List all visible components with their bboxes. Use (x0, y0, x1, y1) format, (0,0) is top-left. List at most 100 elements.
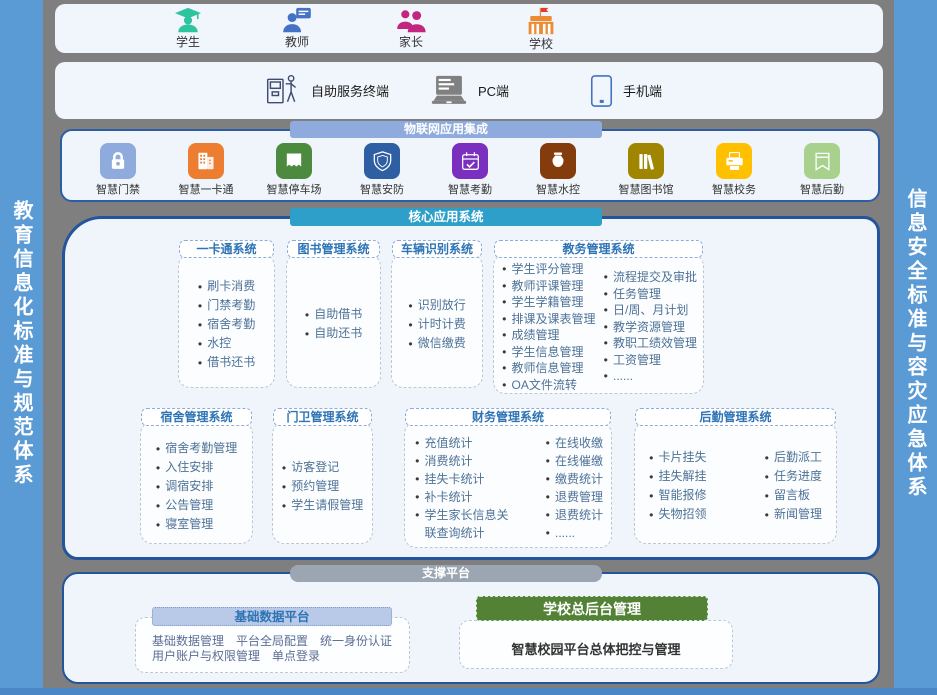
base-data-platform-header: 基础数据平台 (152, 607, 392, 626)
feature-label: 水控 (207, 334, 231, 353)
system-feature-list: ●流程提交及审批●任务管理●日/周、月计划●教学资源管理●教职工绩效管理●工资管… (603, 269, 697, 385)
security-icon (364, 143, 400, 179)
feature-label: 学生信息管理 (512, 344, 584, 361)
feature-label: 寝室管理 (165, 515, 213, 534)
list-item: ● 退费管理 (545, 488, 603, 506)
bullet-icon: ● (415, 506, 420, 524)
base-platform-line2: 用户账户与权限管理 单点登录 (152, 649, 409, 664)
left-sidebar-label: 教育信息化标准与规范体系 (7, 200, 36, 488)
list-item: ●挂失卡统计 (415, 470, 517, 488)
system-feature-list: ●后勤派工●任务进度●留言板●新闻管理 (764, 448, 822, 524)
system-box-logistics: 后勤管理系统 ●卡片挂失●挂失解挂●智能报修●失物招领●后勤派工●任务进度●留言… (634, 408, 837, 544)
feature-label: 调宿安排 (165, 477, 213, 496)
bullet-icon: ● (764, 467, 769, 486)
list-item: ●任务进度 (764, 467, 822, 486)
list-item: ● 识别放行 (408, 296, 466, 315)
bullet-icon: ● (502, 311, 507, 328)
feature-label: 挂失解挂 (659, 467, 707, 486)
system-feature-area: ●识别放行●计时计费●微信缴费 (391, 254, 483, 388)
iot-tile-label: 智慧图书馆 (610, 181, 682, 197)
bullet-icon: ● (545, 470, 550, 488)
iot-tile-label: 智慧水控 (522, 181, 594, 197)
iot-section: 智慧门禁智慧一卡通智慧停车场智慧安防智慧考勤智慧水控智慧图书馆智慧校务智慧后勤 (60, 129, 880, 202)
bullet-icon: ● (156, 458, 161, 477)
feature-label: 留言板 (774, 486, 810, 505)
list-item: ●补卡统计 (415, 488, 517, 506)
system-title: 后勤管理系统 (635, 408, 836, 426)
bullet-icon: ● (156, 439, 161, 458)
bullet-icon: ● (408, 315, 413, 334)
list-item: ● 学生信息管理 (502, 344, 596, 361)
bullet-icon: ● (545, 434, 550, 452)
feature-label: ...... (555, 524, 575, 542)
feature-label: 补卡统计 (425, 488, 473, 506)
terminals-row: 自助服务终端PC端手机端 (55, 62, 883, 119)
bullet-icon: ● (408, 296, 413, 315)
feature-label: 日/周、月计划 (613, 302, 688, 319)
list-item: ●寝室管理 (156, 515, 238, 534)
feature-label: 在线催缴 (555, 452, 603, 470)
list-item: ● 挂失解挂 (649, 467, 707, 486)
feature-label: 在线收缴 (555, 434, 603, 452)
bullet-icon: ● (545, 488, 550, 506)
right-sidebar-label: 信息安全标准与容灾应急体系 (901, 188, 930, 500)
user-role-label: 学生 (148, 33, 228, 50)
list-item: ●工资管理 (603, 352, 697, 369)
list-item: ●学生评分管理 (502, 261, 596, 278)
iot-tile-label: 智慧门禁 (82, 181, 154, 197)
bullet-icon: ● (603, 302, 608, 319)
iot-security: 智慧安防 (346, 143, 418, 200)
system-title: 教务管理系统 (494, 240, 703, 258)
list-item: ●调宿安排 (156, 477, 238, 496)
bullet-icon: ● (502, 327, 507, 344)
core-section-header: 核心应用系统 (290, 208, 602, 226)
list-item: ●新闻管理 (764, 505, 822, 524)
list-item: ●预约管理 (282, 477, 364, 496)
feature-label: 计时计费 (418, 315, 466, 334)
bullet-icon: ● (305, 324, 310, 343)
list-item: ●自助借书 (305, 305, 363, 324)
list-item: ●刷卡消费 (198, 277, 256, 296)
user-role-label: 家长 (371, 33, 451, 50)
feature-label: 识别放行 (418, 296, 466, 315)
feature-label: 退费管理 (555, 488, 603, 506)
system-feature-list: ●识别放行●计时计费●微信缴费 (408, 296, 466, 353)
iot-attendance: 智慧考勤 (434, 143, 506, 200)
system-box-academic-affairs: 教务管理系统 ●学生评分管理●教师评课管理●学生学籍管理●排课及课表管理●成绩管… (493, 240, 704, 392)
terminal-label: 自助服务终端 (311, 81, 389, 100)
feature-label: 任务管理 (613, 286, 661, 303)
feature-label: 自助还书 (314, 324, 362, 343)
bullet-icon: ● (305, 305, 310, 324)
feature-label: OA文件流转 (512, 377, 577, 394)
list-item: ●卡片挂失 (649, 448, 707, 467)
list-item: ● 日/周、月计划 (603, 302, 697, 319)
system-feature-list: ●学生评分管理●教师评课管理●学生学籍管理●排课及课表管理●成绩管理●学生信息管… (502, 261, 596, 393)
user-role-teacher: 教师 (257, 7, 337, 50)
user-role-student: 学生 (148, 7, 228, 50)
list-item: ●宿舍考勤 (198, 315, 256, 334)
feature-label: 公告管理 (165, 496, 213, 515)
door-access-icon (100, 143, 136, 179)
system-feature-area: ●自助借书●自助还书 (286, 254, 381, 388)
list-item: ●学生请假管理 (282, 496, 364, 515)
feature-label: 充值统计 (425, 434, 473, 452)
list-item: ●访客登记 (282, 458, 364, 477)
bullet-icon: ● (649, 467, 654, 486)
bullet-icon: ● (156, 496, 161, 515)
list-item: ●充值统计 (415, 434, 517, 452)
list-item: ●教学资源管理 (603, 319, 697, 336)
attendance-icon (452, 143, 488, 179)
iot-water: 智慧水控 (522, 143, 594, 200)
bullet-icon: ● (603, 352, 608, 369)
bottom-border-strip (0, 688, 937, 695)
bullet-icon: ● (502, 344, 507, 361)
feature-label: 退费统计 (555, 506, 603, 524)
school-icon (501, 7, 581, 35)
phone-icon (590, 74, 613, 108)
base-platform-line1: 基础数据管理 平台全局配置 统一身份认证 (152, 634, 409, 649)
bullet-icon: ● (603, 269, 608, 286)
iot-affairs: 智慧校务 (698, 143, 770, 200)
school-admin-desc: 智慧校园平台总体把控与管理 (511, 631, 680, 658)
list-item: ●宿舍考勤管理 (156, 439, 238, 458)
terminal-label: 手机端 (623, 81, 662, 100)
